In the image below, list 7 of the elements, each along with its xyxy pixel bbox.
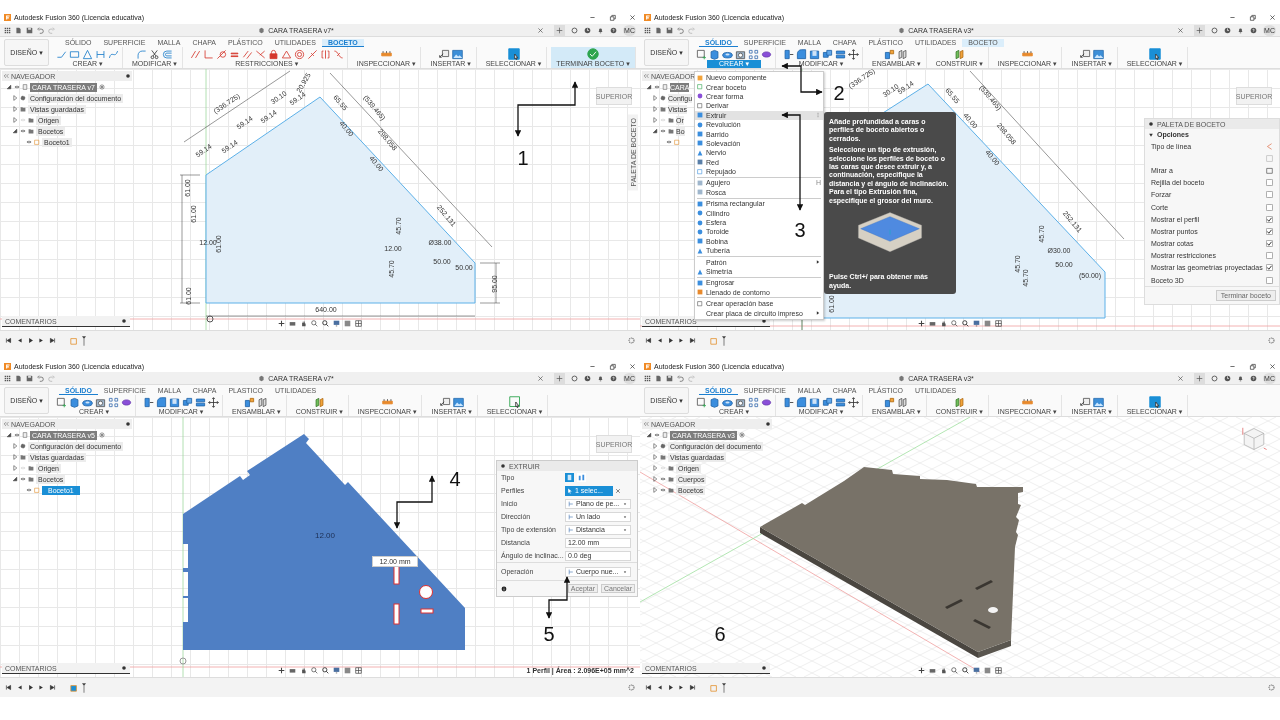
step-number: 6 — [714, 623, 726, 646]
step-number: 3 — [794, 219, 806, 242]
step-number: 1 — [517, 147, 529, 170]
step-number: 2 — [833, 82, 845, 105]
step-number: 5 — [543, 623, 555, 646]
dimension-label: 12.00 — [315, 531, 335, 541]
step-number: 4 — [449, 468, 461, 491]
